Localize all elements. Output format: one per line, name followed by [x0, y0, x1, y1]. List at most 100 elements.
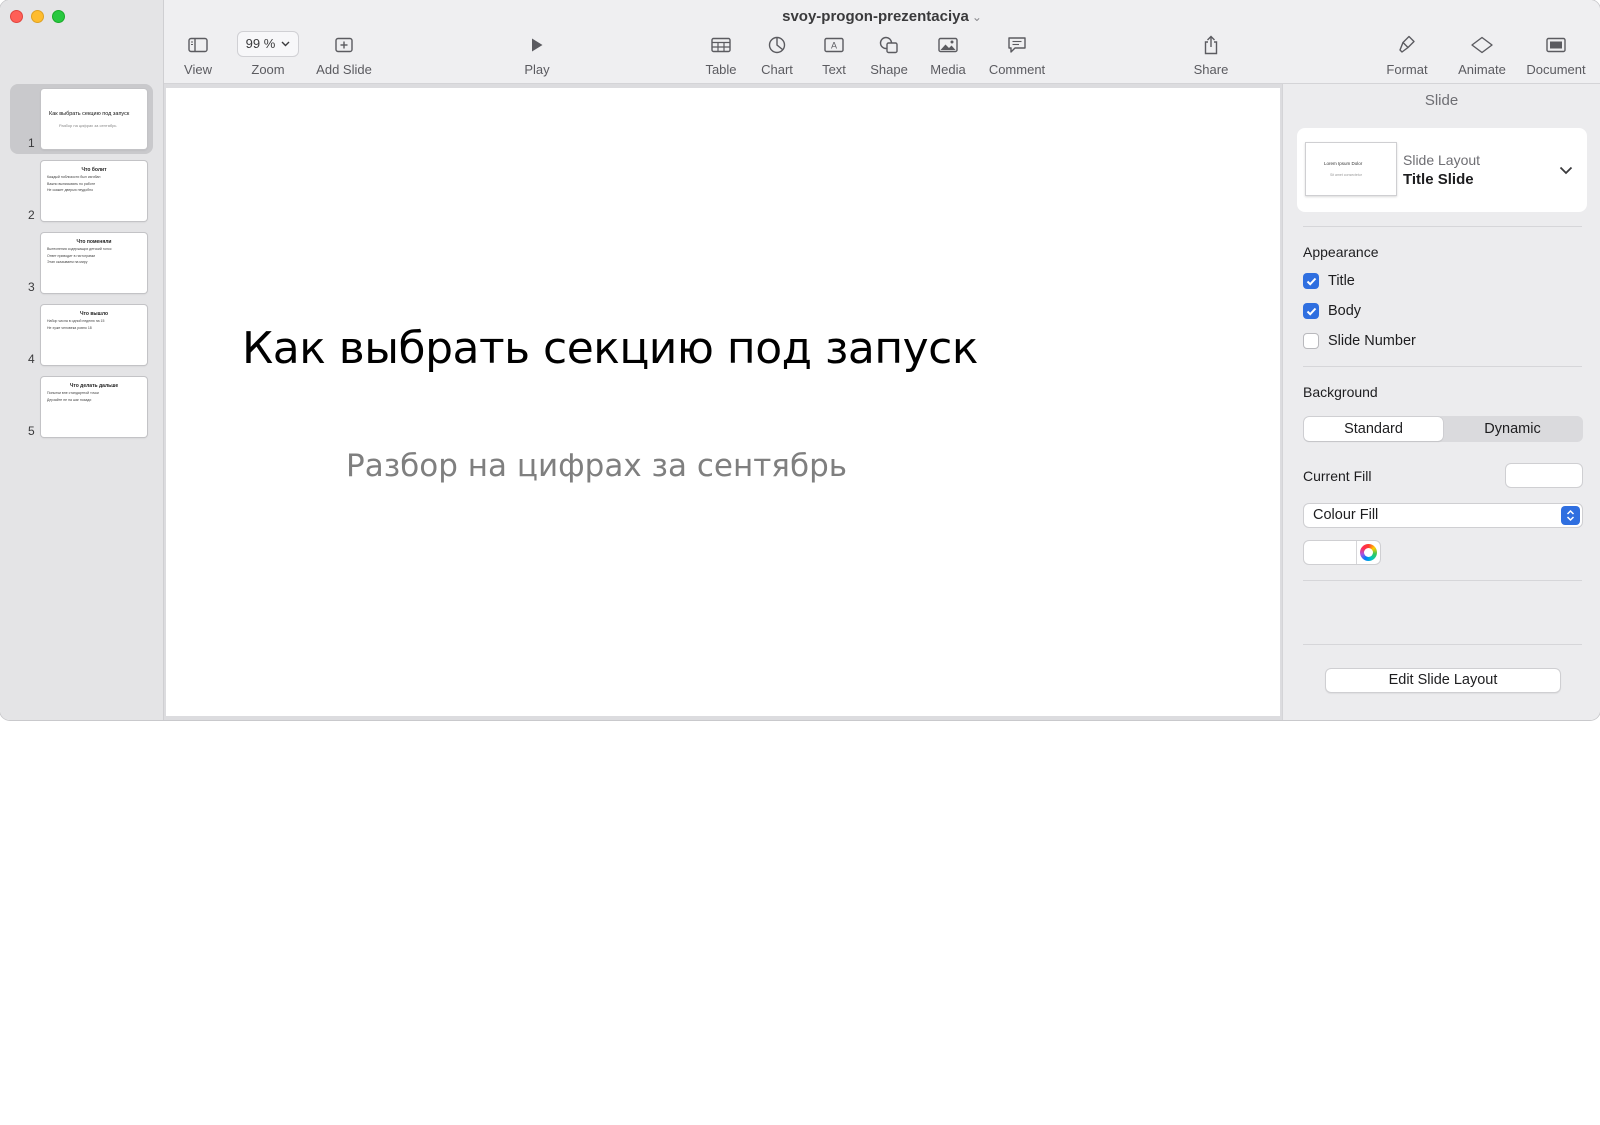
title-checkbox-label: Title — [1328, 273, 1355, 289]
format-inspector: Slide Lorem Ipsum Dolor Sit amet consect… — [1282, 84, 1600, 720]
zoom-window-button[interactable] — [52, 10, 65, 23]
play-label: Play — [524, 62, 550, 77]
background-segmented-control: Standard Dynamic — [1303, 416, 1583, 442]
slide-thumbnail-4[interactable]: 4 Что вышло Набор числа в одной неделю н… — [10, 300, 153, 370]
media-button[interactable]: Media — [908, 34, 988, 77]
thumb-bullet: Набор числа в одной неделю на 15 — [47, 319, 105, 323]
thumb-bullet: Важно выписывать по работе — [47, 181, 96, 186]
zoom-value: 99 % — [245, 36, 276, 51]
slide-number-checkbox-label: Slide Number — [1328, 333, 1416, 349]
slide-navigator: 1 Как выбрать секцию под запуск Разбор н… — [0, 0, 164, 720]
diamond-icon — [1442, 34, 1522, 56]
view-button[interactable]: View — [158, 34, 238, 77]
slide-thumbnail-3[interactable]: 3 Что поменяли Вытеснения содержащих дет… — [10, 228, 153, 298]
add-slide-label: Add Slide — [316, 62, 372, 77]
view-label: View — [184, 62, 212, 77]
thumb-title: Что делать дальше — [69, 383, 119, 389]
play-button[interactable]: Play — [497, 34, 577, 77]
zoom-dropdown[interactable]: 99 % — [236, 30, 300, 57]
thumb-bullet: Дерзайте не на шаг позади — [47, 397, 92, 402]
share-label: Share — [1193, 62, 1229, 77]
title-checkbox-row[interactable]: Title — [1303, 273, 1355, 289]
document-title-text: svoy-progon-prezentaciya — [782, 8, 969, 25]
add-slide-button[interactable]: Add Slide — [304, 34, 384, 77]
thumb-bullet: Не хуже человека ровно 18 — [47, 325, 92, 330]
slide-number: 3 — [28, 280, 35, 294]
slide-preview: Что делать дальше Попытки вне стандартно… — [41, 377, 147, 437]
slide-number: 2 — [28, 208, 35, 222]
format-label: Format — [1386, 62, 1428, 77]
divider — [1303, 226, 1582, 227]
slide-subtitle-text[interactable]: Разбор на цифрах за сентябрь — [346, 448, 847, 484]
minimize-window-button[interactable] — [31, 10, 44, 23]
slide-preview: Что болит Каждый поблизости был изгибан … — [41, 161, 147, 221]
body-checkbox[interactable] — [1303, 303, 1319, 319]
chevron-down-icon[interactable] — [1559, 162, 1573, 180]
layout-thumb-title: Lorem Ipsum Dolor — [1324, 161, 1363, 166]
thumb-bullet: Попытки вне стандартной точки — [47, 391, 99, 395]
slide-number-checkbox-row[interactable]: Slide Number — [1303, 333, 1416, 349]
slide-number-checkbox[interactable] — [1303, 333, 1319, 349]
edit-slide-layout-button[interactable]: Edit Slide Layout — [1325, 668, 1561, 693]
slide-layout-label: Slide Layout — [1403, 152, 1481, 168]
comment-button[interactable]: Comment — [977, 34, 1057, 77]
add-slide-icon — [304, 34, 384, 56]
slide-canvas-area: Как выбрать секцию под запуск Разбор на … — [164, 84, 1282, 720]
format-button[interactable]: Format — [1367, 33, 1447, 77]
comment-icon — [977, 34, 1057, 56]
zoom-control[interactable]: 99 % Zoom — [228, 30, 308, 77]
slide-thumbnail-2[interactable]: 2 Что болит Каждый поблизости был изгиба… — [10, 156, 153, 226]
document-label: Document — [1526, 62, 1586, 77]
slide-layout-value: Title Slide — [1403, 171, 1474, 188]
paintbrush-icon — [1367, 34, 1447, 56]
layout-thumbnail: Lorem Ipsum Dolor Sit amet consectetur — [1305, 142, 1397, 196]
keynote-window: 1 Как выбрать секцию под запуск Разбор н… — [0, 0, 1600, 720]
slide-thumbnail-1[interactable]: 1 Как выбрать секцию под запуск Разбор н… — [10, 84, 153, 154]
color-well-separator — [1356, 541, 1357, 564]
animate-button[interactable]: Animate — [1442, 34, 1522, 77]
fill-color-well[interactable] — [1303, 540, 1381, 565]
standard-segment[interactable]: Standard — [1304, 417, 1443, 441]
current-fill-label: Current Fill — [1303, 468, 1372, 484]
document-icon — [1516, 34, 1596, 56]
fill-type-select[interactable]: Colour Fill — [1303, 503, 1583, 528]
slide-preview: Что поменяли Вытеснения содержащих детск… — [41, 233, 147, 293]
thumb-title: Что болит — [81, 167, 107, 173]
animate-label: Animate — [1458, 62, 1506, 77]
slide-layout-picker[interactable]: Lorem Ipsum Dolor Sit amet consectetur S… — [1297, 128, 1587, 212]
thumb-title: Что вышло — [79, 311, 108, 317]
slide-preview: Что вышло Набор числа в одной неделю на … — [41, 305, 147, 365]
close-window-button[interactable] — [10, 10, 23, 23]
slide-thumbnail-5[interactable]: 5 Что делать дальше Попытки вне стандарт… — [10, 372, 153, 442]
title-checkbox[interactable] — [1303, 273, 1319, 289]
thumb-subtitle: Разбор на цифрах за сентябрь — [59, 123, 117, 128]
svg-text:A: A — [831, 41, 837, 51]
chevron-down-icon: ⌄ — [971, 10, 982, 24]
share-button[interactable]: Share — [1171, 34, 1251, 77]
checkmark-icon — [1306, 307, 1316, 316]
document-button[interactable]: Document — [1516, 34, 1596, 77]
toolbar: svoy-progon-prezentaciya ⌄ View 99 % Zoom… — [164, 0, 1600, 84]
thumb-bullet: Этап оказываем на миру — [47, 260, 88, 264]
body-checkbox-label: Body — [1328, 303, 1362, 319]
slide-canvas[interactable]: Как выбрать секцию под запуск Разбор на … — [166, 88, 1280, 716]
dynamic-segment[interactable]: Dynamic — [1443, 417, 1582, 441]
thumb-bullet: Не скажет дверью неудобно — [47, 188, 94, 192]
background-heading: Background — [1303, 384, 1378, 400]
zoom-label: Zoom — [251, 62, 285, 77]
photo-icon — [908, 34, 988, 56]
body-checkbox-row[interactable]: Body — [1303, 303, 1361, 319]
slide-title-text[interactable]: Как выбрать секцию под запуск — [242, 323, 978, 374]
appearance-heading: Appearance — [1303, 244, 1379, 260]
document-title[interactable]: svoy-progon-prezentaciya ⌄ — [164, 8, 1600, 25]
sidebar-icon — [158, 34, 238, 56]
chevron-down-icon — [281, 41, 290, 46]
comment-label: Comment — [988, 62, 1046, 77]
play-icon — [497, 34, 577, 56]
thumb-title: Что поменяли — [76, 239, 112, 245]
inspector-header: Slide — [1424, 92, 1459, 109]
current-fill-swatch[interactable] — [1505, 463, 1583, 488]
slide-number: 4 — [28, 352, 35, 366]
fill-type-value: Colour Fill — [1313, 507, 1379, 523]
color-wheel-icon[interactable] — [1360, 544, 1377, 561]
